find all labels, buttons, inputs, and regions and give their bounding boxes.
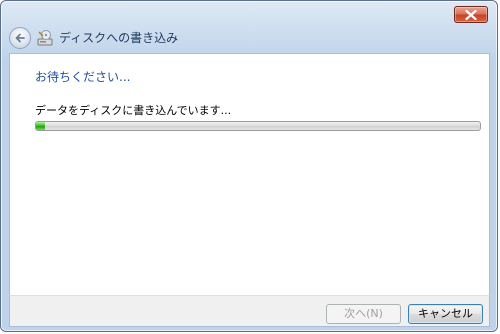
button-bar: 次へ(N) キャンセル <box>9 295 490 327</box>
close-button[interactable] <box>454 6 488 23</box>
content-panel: お待ちください... データをディスクに書き込んでいます... <box>9 53 490 295</box>
close-icon <box>465 9 477 20</box>
progress-fill <box>36 122 45 130</box>
dialog-window: ディスクへの書き込み お待ちください... データをディスクに書き込んでいます.… <box>0 0 498 332</box>
disc-drive-icon <box>37 30 53 46</box>
progress-bar <box>35 121 481 131</box>
page-heading: お待ちください... <box>35 70 131 84</box>
back-arrow-icon <box>15 33 25 43</box>
status-text: データをディスクに書き込んでいます... <box>35 104 232 117</box>
next-button[interactable]: 次へ(N) <box>326 304 401 324</box>
cancel-button[interactable]: キャンセル <box>408 304 483 324</box>
back-button[interactable] <box>9 27 31 49</box>
window-title: ディスクへの書き込み <box>59 31 179 45</box>
